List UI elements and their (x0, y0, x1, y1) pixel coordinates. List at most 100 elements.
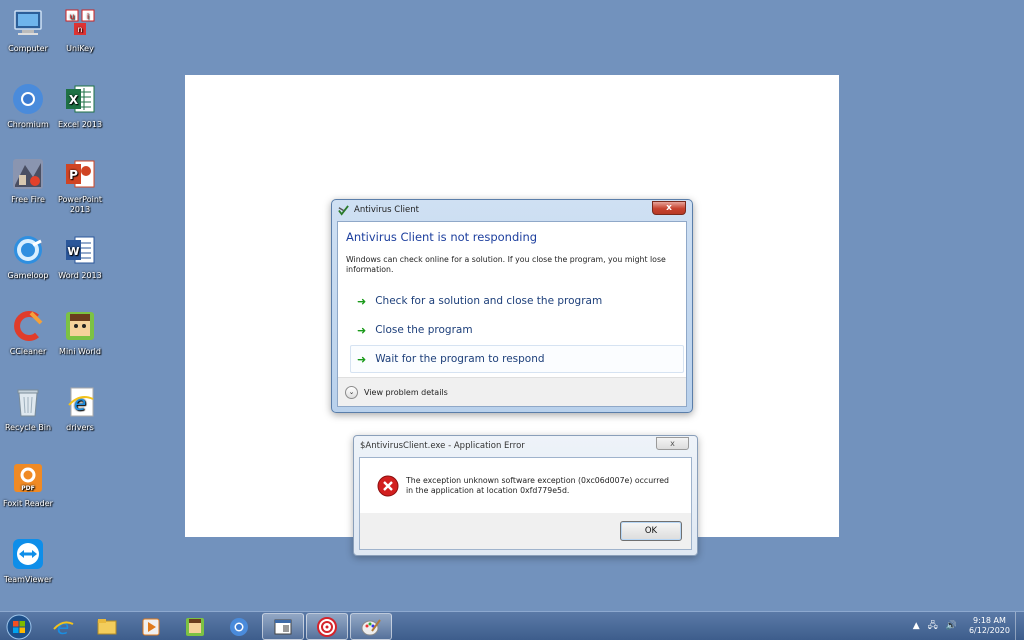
desktop-icon-drivers[interactable]: e drivers (52, 385, 108, 433)
close-button[interactable]: x (652, 201, 686, 215)
ie-icon: e (53, 616, 74, 638)
taskbar-explorer[interactable] (86, 613, 128, 640)
green-arrow-icon: ➜ (357, 352, 367, 366)
desktop-icon-word[interactable]: W Word 2013 (52, 233, 108, 281)
chromium-icon (11, 82, 45, 116)
desktop-icon-powerpoint[interactable]: P PowerPoint 2013 (52, 157, 108, 215)
word-icon: W (63, 233, 97, 267)
taskbar-media-player[interactable] (130, 613, 172, 640)
desktop-icon-excel[interactable]: X Excel 2013 (52, 82, 108, 130)
taskbar-antivirus[interactable] (306, 613, 348, 640)
desktop-icon-label: Free Fire (11, 195, 45, 204)
start-button[interactable] (4, 613, 34, 640)
network-icon[interactable]: 🖧 (928, 618, 938, 634)
taskbar: e ▲ 🖧 🔊 9:18 AM 6/12/2020 (0, 611, 1024, 640)
desktop-icon-mini-world[interactable]: Mini World (52, 309, 108, 357)
details-label: View problem details (364, 387, 448, 397)
taskbar-ie[interactable]: e (42, 613, 84, 640)
mini-world-icon (186, 617, 204, 636)
error-icon (377, 475, 399, 497)
media-player-icon (142, 618, 160, 635)
dialog-heading: Antivirus Client is not responding (346, 230, 538, 244)
desktop-icon-chromium[interactable]: Chromium (0, 82, 56, 130)
desktop-icon-label: Excel 2013 (57, 120, 103, 129)
show-desktop-button[interactable] (1015, 612, 1024, 640)
desktop-icon-unikey[interactable]: u in UniKey (52, 6, 108, 54)
desktop-icon-ccleaner[interactable]: CCleaner (0, 309, 56, 357)
unikey-icon: u in (63, 6, 97, 40)
option-close-program[interactable]: ➜ Close the program (350, 316, 684, 344)
ok-button[interactable]: OK (620, 521, 682, 541)
option-label: Check for a solution and close the progr… (375, 295, 603, 307)
foxit-icon: PDF (11, 461, 45, 495)
svg-text:W: W (67, 245, 79, 258)
folder-icon (97, 618, 117, 634)
desktop-icon-label: drivers (66, 423, 94, 432)
taskbar-chromium[interactable] (218, 613, 260, 640)
dialog-titlebar[interactable]: Antivirus Client (332, 200, 692, 220)
recycle-bin-icon (11, 385, 45, 419)
chromium-icon (230, 617, 248, 636)
svg-text:e: e (74, 391, 86, 415)
svg-text:n: n (77, 25, 82, 34)
desktop-icon-free-fire[interactable]: Free Fire (0, 157, 56, 205)
error-dialog-title: $AntivirusClient.exe - Application Error (360, 441, 525, 451)
free-fire-icon (11, 157, 45, 191)
show-hidden-icons-button[interactable]: ▲ (913, 621, 920, 631)
powerpoint-icon: P (63, 157, 97, 191)
clock-date: 6/12/2020 (968, 626, 1010, 635)
svg-text:X: X (69, 93, 79, 107)
window-icon (274, 619, 292, 634)
antivirus-app-icon (338, 204, 349, 216)
clock[interactable]: 9:18 AM 6/12/2020 (969, 616, 1010, 636)
desktop-icon-label: Gameloop (7, 271, 49, 280)
computer-icon (11, 6, 45, 40)
system-tray: ▲ 🖧 🔊 9:18 AM 6/12/2020 (913, 612, 1024, 640)
error-message: The exception unknown software exception… (406, 476, 669, 495)
taskbar-paint[interactable] (350, 613, 392, 640)
desktop-icon-label: Recycle Bin (4, 423, 52, 432)
dialog-message: Windows can check online for a solution.… (346, 255, 666, 274)
desktop-icon-teamviewer[interactable]: TeamViewer (0, 537, 56, 585)
dialog-body: Antivirus Client is not responding Windo… (337, 221, 687, 407)
desktop-icon-label: Computer (8, 44, 48, 53)
desktop-icon-label: Foxit Reader (3, 499, 53, 508)
excel-icon: X (63, 82, 97, 116)
desktop-icon-label: Mini World (59, 347, 101, 356)
teamviewer-icon (11, 537, 45, 571)
desktop-icon-label: CCleaner (9, 347, 47, 356)
taskbar-window[interactable] (262, 613, 304, 640)
application-error-dialog: $AntivirusClient.exe - Application Error… (353, 435, 698, 556)
desktop-icon-gameloop[interactable]: Gameloop (0, 233, 56, 281)
mini-world-icon (63, 309, 97, 343)
paint-icon (361, 618, 381, 635)
option-label: Close the program (375, 324, 473, 336)
volume-icon[interactable]: 🔊 (946, 621, 957, 631)
desktop-icon-foxit[interactable]: PDF Foxit Reader (0, 461, 56, 509)
desktop-icon-label: Word 2013 (58, 271, 102, 280)
option-check-solution[interactable]: ➜ Check for a solution and close the pro… (350, 287, 684, 315)
desktop-icon-computer[interactable]: Computer (0, 6, 56, 54)
green-arrow-icon: ➜ (357, 323, 367, 337)
error-close-button[interactable]: x (656, 437, 689, 450)
option-label: Wait for the program to respond (375, 353, 545, 365)
desktop-icon-label: PowerPoint 2013 (57, 195, 103, 214)
error-dialog-footer: OK (360, 513, 691, 549)
svg-text:PDF: PDF (21, 485, 34, 492)
desktop-icon-label: TeamViewer (3, 575, 53, 584)
clock-time: 9:18 AM (973, 616, 1006, 625)
green-arrow-icon: ➜ (357, 294, 367, 308)
error-dialog-body: The exception unknown software exception… (359, 457, 692, 550)
windows-logo-icon (6, 614, 32, 639)
chevron-down-icon: ⌄ (345, 385, 358, 399)
taskbar-mini-world[interactable] (174, 613, 216, 640)
option-wait-for-program[interactable]: ➜ Wait for the program to respond (350, 345, 684, 373)
dialog-title: Antivirus Client (354, 205, 419, 215)
svg-text:u: u (69, 12, 74, 21)
svg-text:e: e (57, 616, 69, 638)
not-responding-dialog: Antivirus Client x Antivirus Client is n… (331, 199, 693, 413)
desktop-icon-label: Chromium (7, 120, 49, 129)
desktop-icon-recycle-bin[interactable]: Recycle Bin (0, 385, 56, 433)
ccleaner-icon (11, 309, 45, 343)
view-problem-details[interactable]: ⌄ View problem details (338, 377, 686, 406)
